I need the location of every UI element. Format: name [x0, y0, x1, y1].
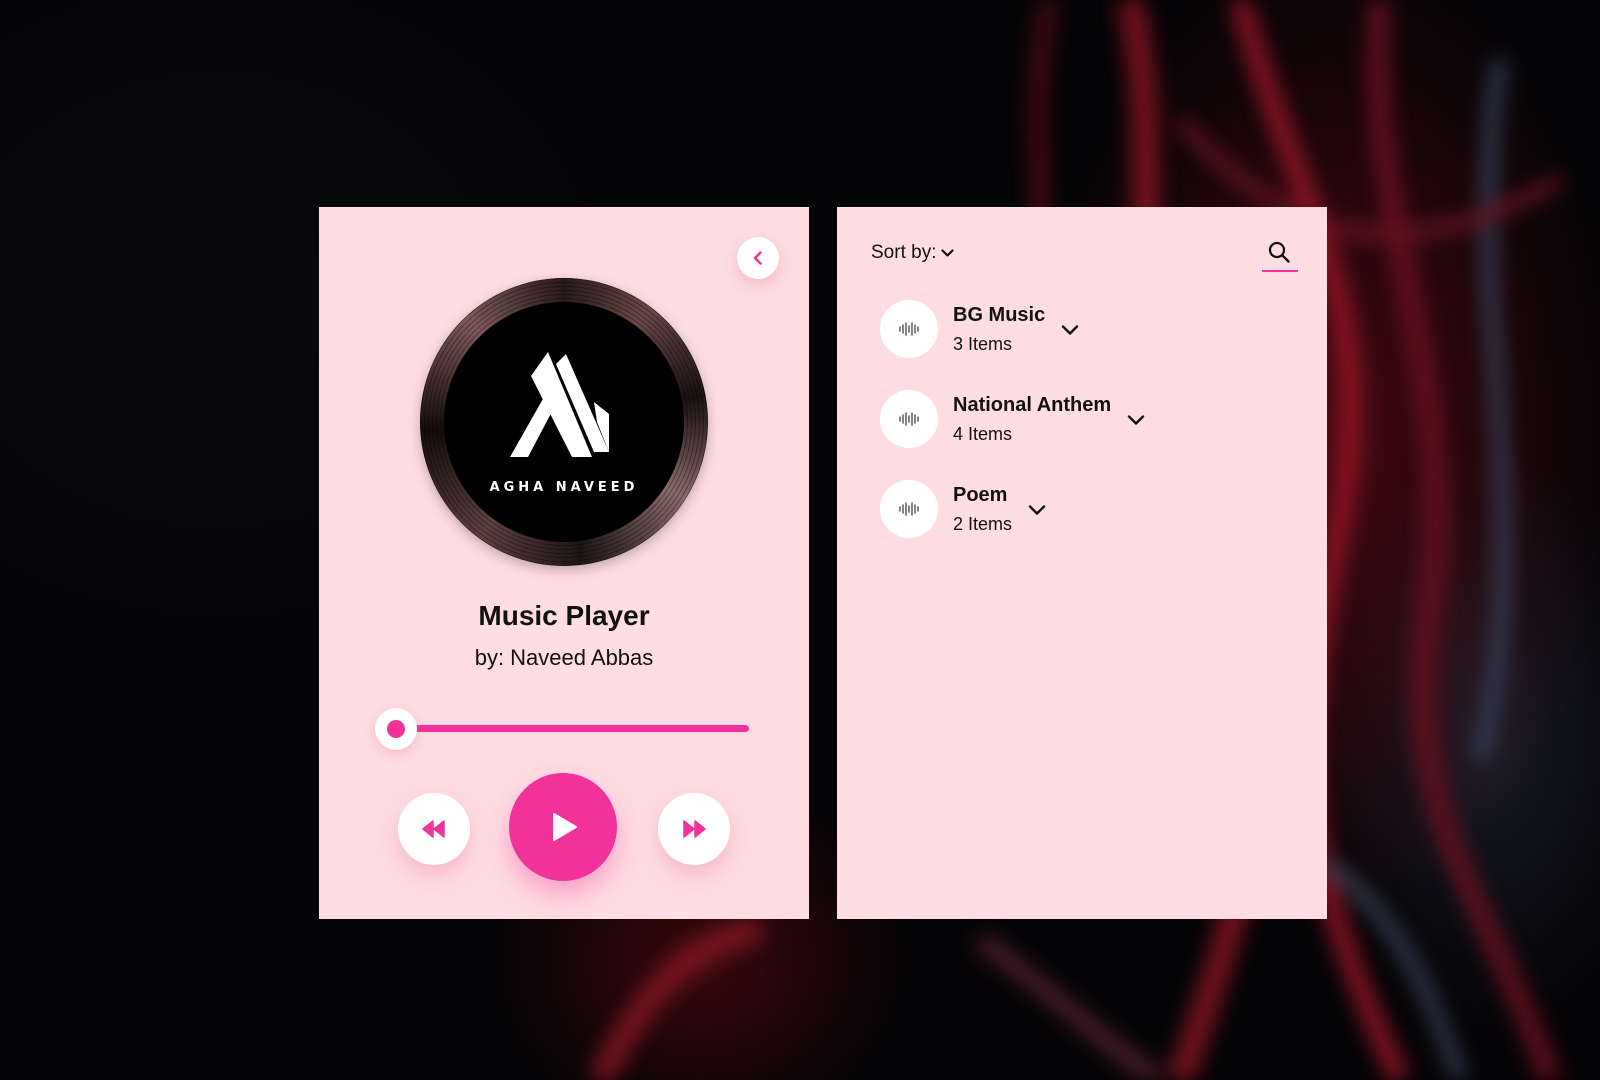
- playlist-icon: [880, 300, 938, 358]
- play-button[interactable]: [509, 773, 617, 881]
- playlist-icon: [880, 480, 938, 538]
- audio-wave-icon: [899, 502, 919, 516]
- chevron-left-icon: [753, 251, 762, 265]
- playlist-name: BG Music: [953, 303, 1046, 326]
- library-card: Sort by: BG Music 3 Items National Anthe…: [837, 207, 1327, 919]
- playlist-item[interactable]: National Anthem 4 Items: [880, 390, 1145, 448]
- playlist-item[interactable]: Poem 2 Items: [880, 480, 1046, 538]
- playlist-icon: [880, 390, 938, 448]
- rewind-icon: [422, 820, 445, 838]
- rewind-button[interactable]: [398, 793, 470, 865]
- search-icon: [1268, 241, 1290, 263]
- chevron-down-icon[interactable]: [1127, 414, 1145, 426]
- sort-label: Sort by:: [871, 242, 937, 263]
- player-card: AGHA NAVEED Music Player by: Naveed Abba…: [319, 207, 809, 919]
- search-underline: [1262, 270, 1298, 272]
- playlist-count: 4 Items: [953, 423, 1013, 444]
- chevron-down-icon[interactable]: [1028, 504, 1046, 516]
- playlist-count: 3 Items: [953, 333, 1013, 354]
- audio-wave-icon: [899, 322, 919, 336]
- playlist-name: National Anthem: [953, 393, 1112, 416]
- album-art-logo: AGHA NAVEED: [444, 302, 684, 542]
- chevron-down-icon[interactable]: [1061, 324, 1079, 336]
- album-art-disc: AGHA NAVEED: [420, 278, 708, 566]
- progress-bar[interactable]: [393, 725, 749, 732]
- fast-forward-icon: [683, 820, 706, 838]
- brand-logo-icon: [510, 352, 609, 457]
- playlist-name: Poem: [953, 483, 1008, 506]
- search-button[interactable]: [1261, 237, 1297, 267]
- playlist-count: 2 Items: [953, 513, 1013, 534]
- album-art-text: AGHA NAVEED: [489, 480, 639, 495]
- playlist-item[interactable]: BG Music 3 Items: [880, 300, 1079, 358]
- track-title: Music Player: [478, 600, 650, 631]
- fast-forward-button[interactable]: [658, 793, 730, 865]
- track-artist: by: Naveed Abbas: [474, 645, 654, 670]
- back-button[interactable]: [737, 237, 779, 279]
- sort-dropdown[interactable]: Sort by:: [871, 242, 955, 264]
- progress-thumb[interactable]: [375, 708, 417, 750]
- chevron-down-icon: [941, 249, 955, 257]
- play-icon: [553, 813, 577, 841]
- audio-wave-icon: [899, 412, 919, 426]
